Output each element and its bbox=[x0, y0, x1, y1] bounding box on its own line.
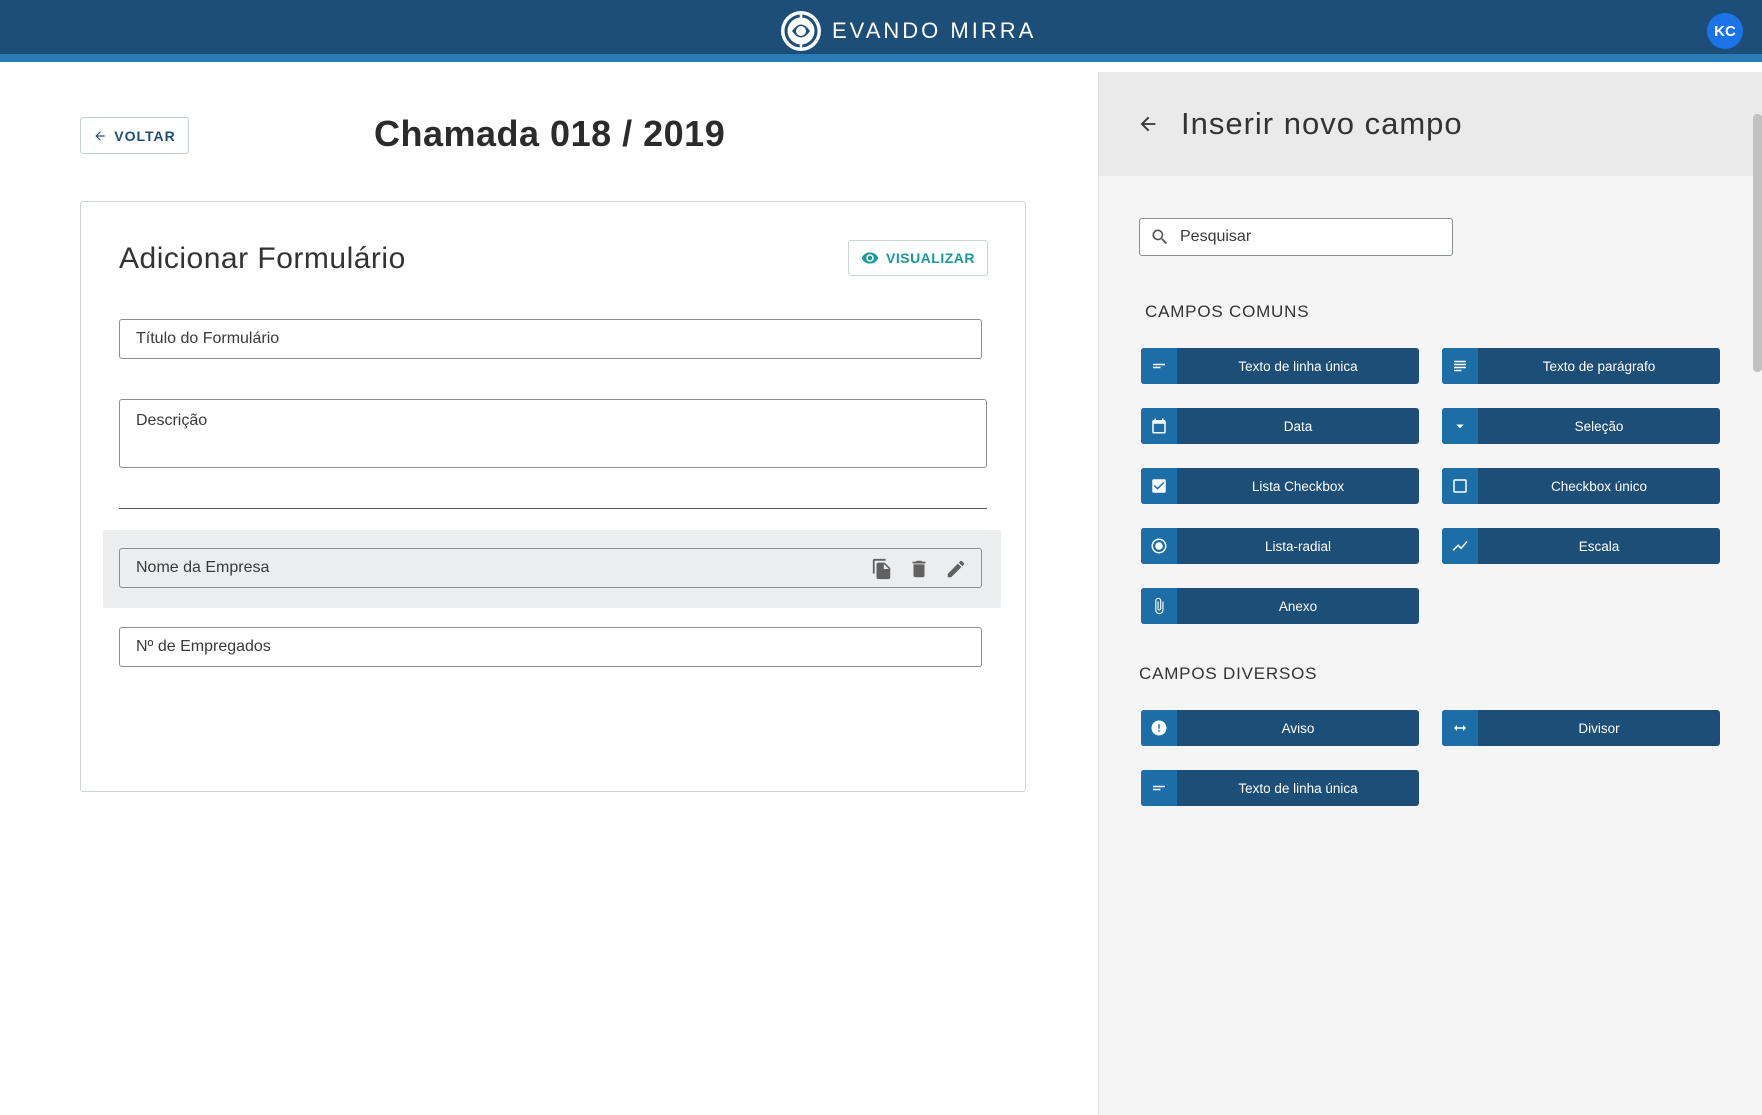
misc-fields-title: CAMPOS DIVERSOS bbox=[1139, 664, 1318, 683]
field-actions bbox=[871, 558, 967, 580]
copy-icon[interactable] bbox=[871, 558, 893, 580]
field-button-label: Texto de linha única bbox=[1238, 358, 1358, 374]
field-button-label: Seleção bbox=[1574, 418, 1624, 434]
back-button-label: VOLTAR bbox=[114, 127, 176, 144]
paragraph-icon bbox=[1442, 348, 1478, 384]
form-field-label: Nome da Empresa bbox=[136, 559, 270, 576]
field-button-single-checkbox[interactable]: Checkbox único bbox=[1442, 468, 1720, 504]
card-title: Adicionar Formulário bbox=[119, 242, 406, 275]
preview-button[interactable]: VISUALIZAR bbox=[848, 240, 988, 276]
form-title-field[interactable]: Título do Formulário bbox=[119, 319, 982, 359]
checkbox-checked-icon bbox=[1141, 468, 1177, 504]
search-placeholder: Pesquisar bbox=[1180, 228, 1252, 245]
field-button-select[interactable]: Seleção bbox=[1442, 408, 1720, 444]
field-button-paragraph[interactable]: Texto de parágrafo bbox=[1442, 348, 1720, 384]
field-button-short-text[interactable]: Texto de linha única bbox=[1141, 348, 1419, 384]
short-text-icon bbox=[1141, 770, 1177, 806]
form-field-item[interactable]: Nº de Empregados bbox=[119, 627, 982, 667]
horizontal-arrows-icon bbox=[1442, 710, 1478, 746]
form-divider bbox=[119, 508, 987, 509]
form-card: Adicionar Formulário VISUALIZAR Título d… bbox=[80, 201, 1026, 792]
edit-icon[interactable] bbox=[945, 558, 967, 580]
eye-icon bbox=[861, 252, 879, 264]
delete-icon[interactable] bbox=[908, 558, 930, 580]
field-button-date[interactable]: Data bbox=[1141, 408, 1419, 444]
panel-scrollbar[interactable] bbox=[1753, 114, 1762, 372]
field-button-short-text[interactable]: Texto de linha única bbox=[1141, 770, 1419, 806]
back-button[interactable]: VOLTAR bbox=[80, 117, 189, 154]
field-button-radio-list[interactable]: Lista-radial bbox=[1141, 528, 1419, 564]
field-button-attachment[interactable]: Anexo bbox=[1141, 588, 1419, 624]
field-button-label: Lista-radial bbox=[1264, 538, 1332, 554]
trending-icon bbox=[1442, 528, 1478, 564]
description-field[interactable]: Descrição bbox=[119, 399, 987, 468]
user-avatar[interactable]: KC bbox=[1707, 13, 1743, 49]
field-button-label: Texto de parágrafo bbox=[1542, 358, 1656, 374]
search-icon bbox=[1152, 229, 1168, 245]
checkbox-empty-icon bbox=[1442, 468, 1478, 504]
dropdown-icon bbox=[1442, 408, 1478, 444]
preview-button-label: VISUALIZAR bbox=[886, 250, 975, 266]
panel-header: Inserir novo campo bbox=[1099, 72, 1762, 176]
brand[interactable]: EVANDO MIRRA bbox=[780, 9, 1036, 53]
page-title: Chamada 018 / 2019 bbox=[374, 113, 726, 154]
alert-icon bbox=[1141, 710, 1177, 746]
radio-icon bbox=[1141, 528, 1177, 564]
top-bar: EVANDO MIRRA KC bbox=[0, 0, 1762, 62]
field-button-notice[interactable]: Aviso bbox=[1141, 710, 1419, 746]
field-button-label: Escala bbox=[1578, 538, 1620, 554]
insert-field-panel: Inserir novo campo Pesquisar CAMPOS COMU… bbox=[1098, 72, 1762, 1115]
field-button-label: Divisor bbox=[1578, 720, 1620, 736]
calendar-icon bbox=[1141, 408, 1177, 444]
field-button-label: Anexo bbox=[1278, 598, 1318, 614]
field-button-label: Data bbox=[1283, 418, 1313, 434]
field-button-divider[interactable]: Divisor bbox=[1442, 710, 1720, 746]
field-button-checkbox-list[interactable]: Lista Checkbox bbox=[1141, 468, 1419, 504]
field-button-label: Aviso bbox=[1281, 720, 1315, 736]
brand-logo-icon bbox=[781, 11, 821, 51]
field-button-label: Texto de linha única bbox=[1238, 780, 1358, 796]
form-field-item[interactable]: Nome da Empresa bbox=[119, 548, 982, 588]
field-button-scale[interactable]: Escala bbox=[1442, 528, 1720, 564]
form-field-label: Nº de Empregados bbox=[136, 638, 271, 655]
paperclip-icon bbox=[1141, 588, 1177, 624]
common-fields-title: CAMPOS COMUNS bbox=[1145, 302, 1310, 321]
short-text-icon bbox=[1141, 348, 1177, 384]
top-bar-stripe bbox=[0, 54, 1762, 62]
form-title-placeholder: Título do Formulário bbox=[136, 330, 280, 347]
panel-title: Inserir novo campo bbox=[1181, 106, 1463, 141]
field-button-label: Checkbox único bbox=[1550, 478, 1648, 494]
search-input[interactable]: Pesquisar bbox=[1139, 218, 1453, 256]
arrow-left-icon[interactable] bbox=[1137, 113, 1159, 135]
description-placeholder: Descrição bbox=[136, 412, 208, 429]
arrow-left-icon bbox=[95, 130, 105, 141]
field-button-label: Lista Checkbox bbox=[1251, 478, 1345, 494]
brand-name: EVANDO MIRRA bbox=[832, 18, 1037, 43]
